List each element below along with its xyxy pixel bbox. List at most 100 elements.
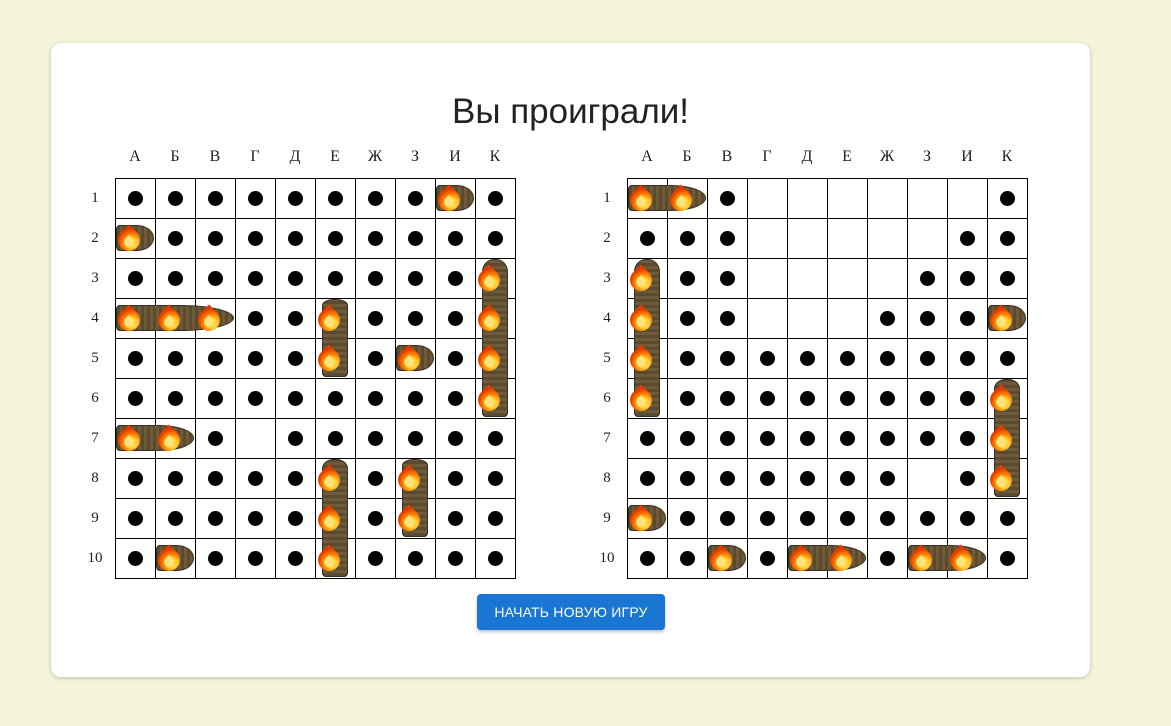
board-cell[interactable] — [908, 419, 948, 459]
board-cell[interactable] — [948, 499, 988, 539]
board-cell[interactable] — [668, 299, 708, 339]
board-cell[interactable] — [668, 419, 708, 459]
board-cell[interactable] — [988, 299, 1028, 339]
board-cell[interactable] — [868, 419, 908, 459]
board-cell[interactable] — [988, 499, 1028, 539]
board-cell[interactable] — [668, 459, 708, 499]
board-cell[interactable] — [628, 219, 668, 259]
board-cell[interactable] — [668, 379, 708, 419]
board-cell[interactable] — [628, 499, 668, 539]
board-cell[interactable] — [988, 259, 1028, 299]
board-cell[interactable] — [668, 219, 708, 259]
board-cell[interactable] — [948, 219, 988, 259]
board-cell[interactable] — [948, 419, 988, 459]
board-cell[interactable] — [948, 459, 988, 499]
board-cell[interactable] — [628, 379, 668, 419]
board-cell[interactable] — [788, 459, 828, 499]
board-cell[interactable] — [788, 539, 828, 579]
board-cell[interactable] — [748, 259, 788, 299]
board-cell[interactable] — [708, 379, 748, 419]
board-cell[interactable] — [868, 299, 908, 339]
board-cell[interactable] — [708, 339, 748, 379]
board-cell[interactable] — [748, 539, 788, 579]
board-cell[interactable] — [628, 179, 668, 219]
board-cell[interactable] — [748, 179, 788, 219]
board-cell[interactable] — [908, 459, 948, 499]
board-cell[interactable] — [868, 379, 908, 419]
board-cell[interactable] — [828, 339, 868, 379]
board-cell[interactable] — [988, 379, 1028, 419]
board-cell[interactable] — [828, 379, 868, 419]
board-cell[interactable] — [748, 499, 788, 539]
board-cell[interactable] — [628, 299, 668, 339]
board-cell[interactable] — [708, 419, 748, 459]
board-cell[interactable] — [988, 419, 1028, 459]
board-cell[interactable] — [828, 179, 868, 219]
board-cell[interactable] — [748, 219, 788, 259]
board-cell[interactable] — [908, 179, 948, 219]
board-cell[interactable] — [908, 499, 948, 539]
board-cell[interactable] — [948, 339, 988, 379]
board-cell[interactable] — [908, 299, 948, 339]
board-cell[interactable] — [828, 419, 868, 459]
board-cell[interactable] — [828, 219, 868, 259]
board-cell[interactable] — [908, 259, 948, 299]
new-game-button[interactable]: НАЧАТЬ НОВУЮ ИГРУ — [477, 594, 665, 630]
board-cell[interactable] — [628, 339, 668, 379]
board-cell[interactable] — [788, 219, 828, 259]
board-cell[interactable] — [868, 499, 908, 539]
board-cell[interactable] — [668, 499, 708, 539]
board-cell[interactable] — [788, 379, 828, 419]
board-cell[interactable] — [988, 539, 1028, 579]
board-cell[interactable] — [708, 299, 748, 339]
board-cell[interactable] — [748, 339, 788, 379]
board-cell[interactable] — [788, 299, 828, 339]
board-cell[interactable] — [628, 419, 668, 459]
board-cell[interactable] — [708, 259, 748, 299]
board-cell[interactable] — [708, 499, 748, 539]
board-cell[interactable] — [908, 339, 948, 379]
board-cell[interactable] — [908, 379, 948, 419]
board-cell[interactable] — [948, 539, 988, 579]
board-cell[interactable] — [708, 459, 748, 499]
board-cell[interactable] — [828, 259, 868, 299]
board-cell[interactable] — [948, 299, 988, 339]
board-cell[interactable] — [748, 299, 788, 339]
board-cell[interactable] — [788, 339, 828, 379]
board-cell[interactable] — [828, 299, 868, 339]
board-cell[interactable] — [828, 499, 868, 539]
board-cell[interactable] — [988, 459, 1028, 499]
board-cell[interactable] — [908, 219, 948, 259]
board-cell[interactable] — [668, 259, 708, 299]
board-cell[interactable] — [948, 379, 988, 419]
board-cell[interactable] — [668, 539, 708, 579]
board-cell[interactable] — [748, 459, 788, 499]
board-cell[interactable] — [708, 539, 748, 579]
board-cell[interactable] — [708, 219, 748, 259]
board-cell[interactable] — [788, 499, 828, 539]
board-cell[interactable] — [908, 539, 948, 579]
board-cell[interactable] — [628, 539, 668, 579]
board-cell[interactable] — [868, 539, 908, 579]
board-cell[interactable] — [868, 259, 908, 299]
board-cell[interactable] — [788, 259, 828, 299]
board-cell[interactable] — [788, 179, 828, 219]
board-cell[interactable] — [668, 179, 708, 219]
board-cell[interactable] — [988, 339, 1028, 379]
board-cell[interactable] — [948, 259, 988, 299]
board-cell[interactable] — [668, 339, 708, 379]
board-cell[interactable] — [868, 219, 908, 259]
board-cell[interactable] — [748, 379, 788, 419]
board-cell[interactable] — [948, 179, 988, 219]
board-cell[interactable] — [828, 539, 868, 579]
board-cell[interactable] — [868, 179, 908, 219]
board-cell[interactable] — [628, 459, 668, 499]
board-cell[interactable] — [788, 419, 828, 459]
board-cell[interactable] — [828, 459, 868, 499]
board-cell[interactable] — [748, 419, 788, 459]
board-cell[interactable] — [708, 179, 748, 219]
board-cell[interactable] — [868, 459, 908, 499]
board-cell[interactable] — [988, 219, 1028, 259]
board-cell[interactable] — [868, 339, 908, 379]
board-cell[interactable] — [628, 259, 668, 299]
